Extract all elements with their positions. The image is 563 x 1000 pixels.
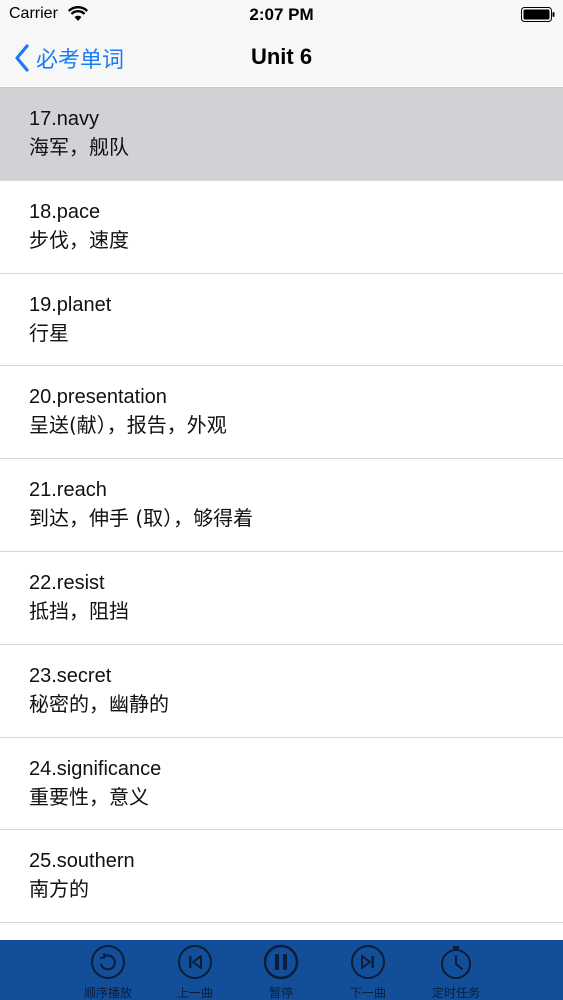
status-time: 2:07 PM bbox=[249, 5, 314, 24]
order-play-button[interactable]: 顺序播放 bbox=[68, 944, 148, 1000]
word-row[interactable]: 17.navy 海军，舰队 bbox=[0, 88, 563, 181]
page-title: Unit 6 bbox=[250, 44, 313, 69]
word-row[interactable]: 25.southern 南方的 bbox=[0, 830, 563, 924]
repeat-icon bbox=[91, 945, 125, 979]
skip-previous-icon bbox=[178, 945, 212, 979]
battery-icon bbox=[521, 7, 555, 22]
word-row[interactable]: 19.planet 行星 bbox=[0, 273, 563, 367]
pause-icon bbox=[263, 944, 299, 980]
word-chinese: 步伐，速度 bbox=[29, 227, 129, 252]
word-row[interactable]: 21.reach 到达，伸手 (取），够得着 bbox=[0, 459, 563, 552]
timer-task-label: 定时任务 bbox=[431, 986, 480, 1000]
navigation-bar: 必考单词 Unit 6 bbox=[0, 30, 563, 88]
word-row[interactable]: 20.presentation 呈送(献），报告，外观 bbox=[0, 366, 563, 460]
word-english: 25.southern bbox=[29, 850, 135, 873]
timer-task-button[interactable]: 定时任务 bbox=[416, 944, 496, 1000]
order-play-label: 顺序播放 bbox=[83, 986, 132, 1000]
status-bar: Carrier 2:07 PM bbox=[0, 0, 563, 30]
word-row[interactable]: 18.pace 步伐，速度 bbox=[0, 180, 563, 274]
pause-label: 暂停 bbox=[268, 986, 293, 1000]
pause-button[interactable]: 暂停 bbox=[241, 944, 321, 1000]
word-chinese: 南方的 bbox=[29, 877, 89, 902]
word-chinese: 行星 bbox=[29, 320, 69, 345]
word-chinese: 呈送(献），报告，外观 bbox=[29, 413, 227, 438]
word-row[interactable]: 24.significance 重要性，意义 bbox=[0, 737, 563, 831]
word-chinese: 重要性，意义 bbox=[29, 784, 149, 809]
word-english: 18.pace bbox=[29, 200, 101, 223]
skip-next-icon bbox=[351, 945, 385, 979]
word-english: 24.significance bbox=[29, 757, 162, 780]
stopwatch-icon bbox=[441, 946, 471, 979]
player-toolbar: 顺序播放 上一曲 暂停 下一曲 定时任务 bbox=[0, 940, 563, 1000]
next-track-button[interactable]: 下一曲 bbox=[328, 944, 408, 1000]
word-english: 22.resist bbox=[29, 571, 105, 594]
word-english: 21.reach bbox=[29, 479, 107, 502]
word-row[interactable]: 23.secret 秘密的，幽静的 bbox=[0, 644, 563, 738]
word-chinese: 海军，舰队 bbox=[29, 135, 129, 159]
word-list: 17.navy 海军，舰队 18.pace 步伐，速度 19.planet 行星… bbox=[0, 88, 563, 940]
word-english: 19.planet bbox=[29, 293, 112, 316]
word-english: 17.navy bbox=[29, 108, 100, 130]
previous-track-label: 上一曲 bbox=[176, 986, 213, 1000]
previous-track-button[interactable]: 上一曲 bbox=[155, 944, 235, 1000]
word-english: 20.presentation bbox=[29, 386, 167, 409]
word-row[interactable]: 22.resist 抵挡，阻挡 bbox=[0, 551, 563, 645]
word-chinese: 到达，伸手 (取），够得着 bbox=[29, 506, 254, 531]
word-chinese: 秘密的，幽静的 bbox=[29, 691, 169, 716]
next-track-label: 下一曲 bbox=[349, 986, 386, 1000]
word-english: 23.secret bbox=[29, 664, 112, 687]
word-chinese: 抵挡，阻挡 bbox=[29, 598, 129, 623]
